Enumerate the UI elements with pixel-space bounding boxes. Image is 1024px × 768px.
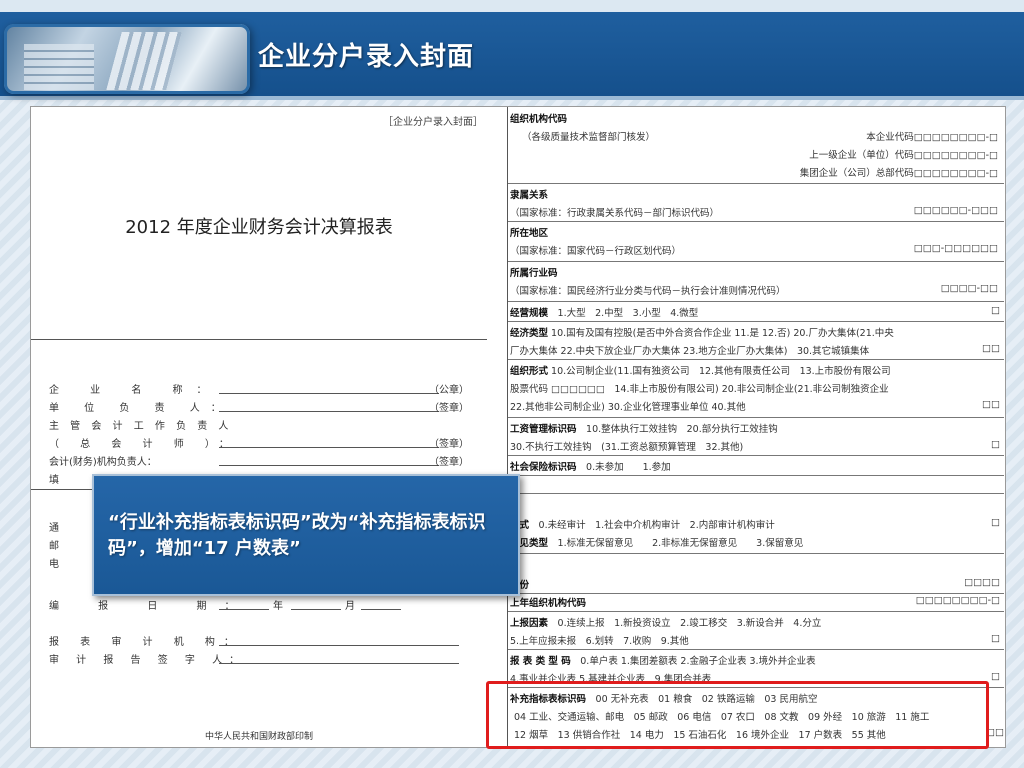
printer-note: 中华人民共和国财政部印制	[204, 732, 313, 742]
field-finance-head: 会计(财务)机构负责人： （签章）	[49, 457, 469, 468]
report-title: 2012 年度企业财务会计决算报表	[125, 217, 393, 238]
callout-text: “行业补充指标表标识码”改为“补充指标表标识码”，增加“17 户数表”	[108, 512, 486, 559]
field-unit-head: 单 位 负 责 人： （签章）	[49, 403, 469, 414]
annotation-callout: “行业补充指标表标识码”改为“补充指标表标识码”，增加“17 户数表”	[92, 474, 520, 596]
building-photo	[4, 24, 250, 94]
field-audit-signer: 审 计 报 告 签 字 人：	[49, 649, 469, 667]
panel-gap	[487, 107, 507, 747]
cover-left-panel: ［企业分户录入封面］ 2012 年度企业财务会计决算报表 企 业 名 称： （公…	[31, 107, 488, 747]
page-title: 企业分户录入封面	[258, 42, 475, 72]
field-audit-org: 报 表 审 计 机 构：	[49, 631, 469, 649]
field-chief-accountant-cont: （ 总 会 计 师 ）： （签章）	[49, 439, 469, 450]
field-company-name: 企 业 名 称： （公章）	[49, 385, 469, 396]
cover-tag: ［企业分户录入封面］	[383, 117, 483, 128]
cover-right-panel: 组织机构代码 （各级质量技术监督部门核发） 本企业代码□□□□□□□□-□ 上一…	[507, 107, 1004, 747]
field-chief-accountant: 主 管 会 计 工 作 负 责 人	[49, 421, 233, 432]
field-report-date: 编 报 日 期： 年 月	[49, 595, 469, 613]
divider	[31, 339, 487, 340]
form-document: ［企业分户录入封面］ 2012 年度企业财务会计决算报表 企 业 名 称： （公…	[30, 106, 1006, 748]
